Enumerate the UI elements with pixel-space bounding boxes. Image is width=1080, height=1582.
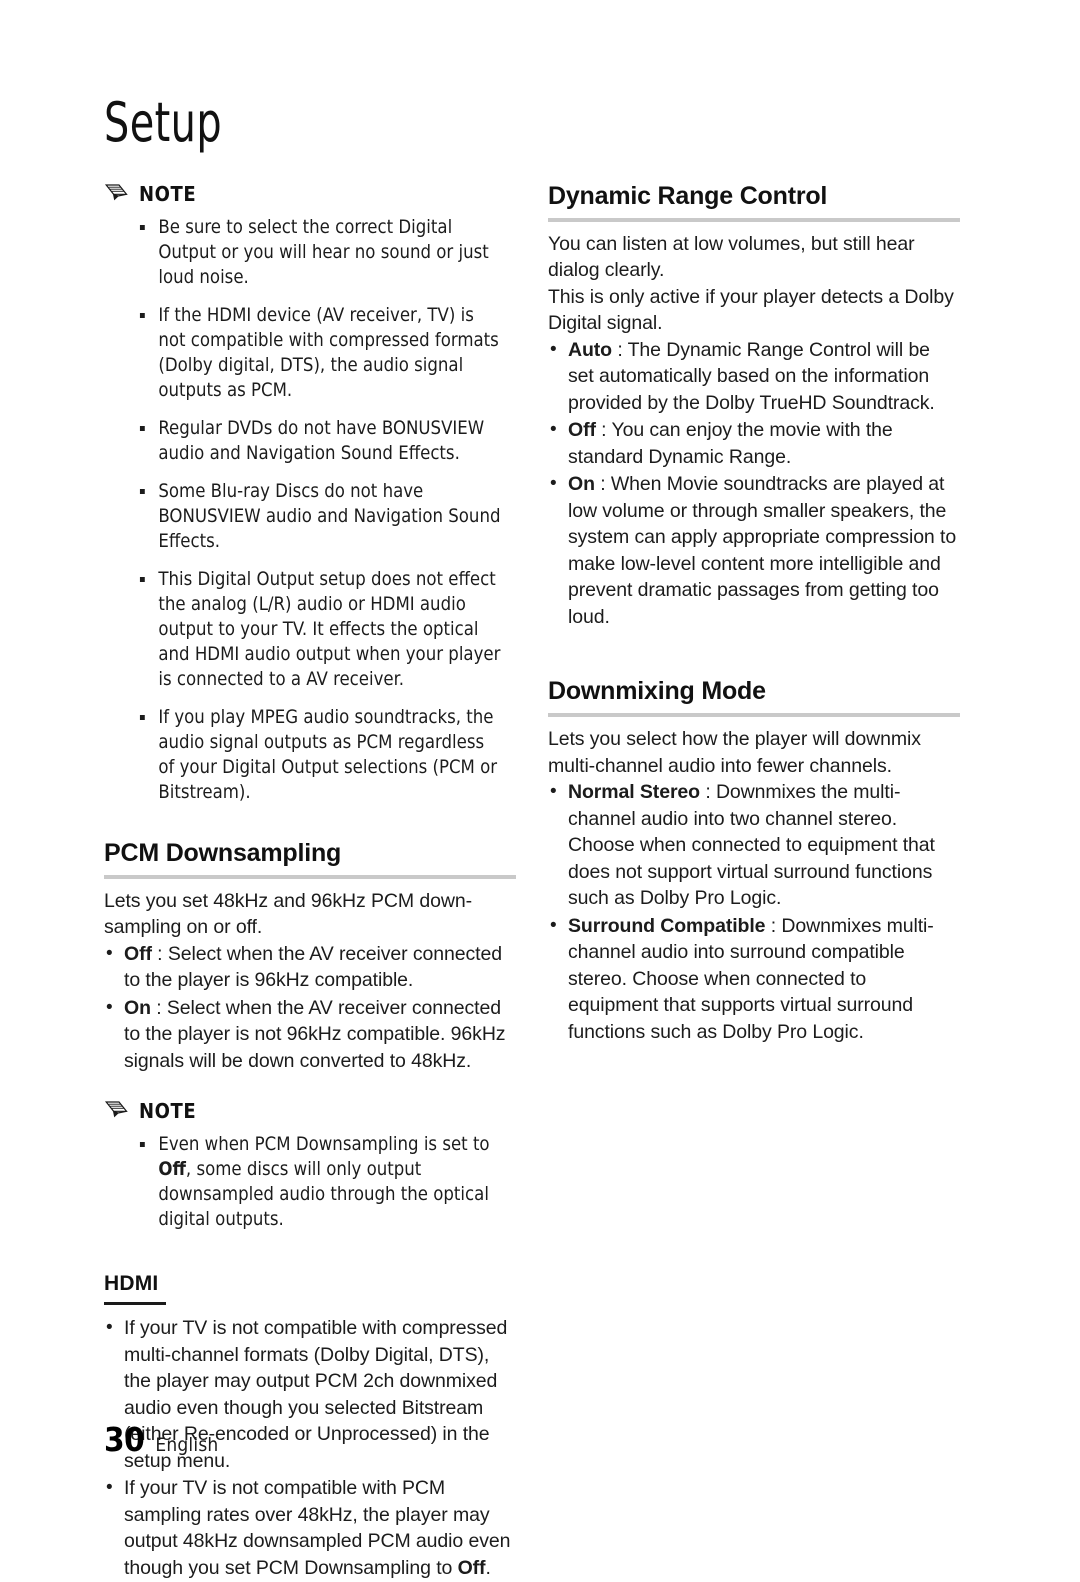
pencil-icon (104, 182, 130, 206)
note-header: NOTE (104, 182, 516, 206)
note-item: If the HDMI device (AV receiver, TV) is … (138, 303, 505, 403)
option-list: Off : Select when the AV receiver connec… (104, 941, 516, 1075)
option-term: On (568, 473, 595, 496)
hdmi-bullet: If your TV is not compatible with PCM sa… (104, 1475, 516, 1581)
page-title: Setup (104, 91, 223, 154)
option-item-auto: Auto : The Dynamic Range Control will be… (548, 337, 960, 417)
note-label: NOTE (139, 1099, 197, 1124)
option-text: : Select when the AV receiver connected … (124, 996, 506, 1072)
heading-rule (104, 874, 516, 879)
option-item-on: On : Select when the AV receiver connect… (104, 995, 516, 1075)
option-item-off: Off : You can enjoy the movie with the s… (548, 417, 960, 470)
option-list: Normal Stereo : Downmixes the multi-chan… (548, 779, 960, 1045)
section-heading: Downmixing Mode (548, 677, 766, 706)
note-block-digital-output: NOTE Be sure to select the correct Digit… (104, 182, 516, 805)
section-dynamic-range-control: Dynamic Range Control You can listen at … (548, 182, 960, 630)
note-label: NOTE (139, 182, 197, 206)
option-term: Off (124, 942, 152, 965)
option-item-normal-stereo: Normal Stereo : Downmixes the multi-chan… (548, 779, 960, 912)
section-intro: Lets you set 48kHz and 96kHz PCM down-sa… (104, 889, 472, 939)
note-item: If you play MPEG audio soundtracks, the … (138, 705, 505, 805)
note-item: This Digital Output setup does not effec… (138, 567, 505, 692)
option-term: Normal Stereo (568, 781, 700, 803)
manual-page: Setup NOTE Be sure to select the correct… (0, 0, 1080, 1579)
heading-rule (548, 713, 960, 717)
note-list: Even when PCM Downsampling is set to Off… (104, 1132, 516, 1232)
note-item-emphasis: Off (158, 1158, 186, 1181)
footer-language: English (155, 1434, 219, 1456)
hdmi-bullet-post: . (485, 1556, 491, 1579)
right-column: Dynamic Range Control You can listen at … (548, 182, 960, 1046)
section-paragraph: You can listen at low volumes, but still… (548, 232, 915, 282)
heading-rule (548, 217, 960, 222)
option-term: Surround Compatible (568, 914, 766, 937)
option-text: : The Dynamic Range Control will be set … (568, 338, 935, 414)
note-item-post: , some discs will only output downsample… (158, 1158, 489, 1231)
section-intro: Lets you select how the player will down… (548, 728, 921, 777)
left-column: NOTE Be sure to select the correct Digit… (104, 182, 516, 1582)
hdmi-bullet-emphasis: Off (457, 1556, 486, 1579)
section-heading: PCM Downsampling (104, 839, 342, 867)
option-list: Auto : The Dynamic Range Control will be… (548, 337, 960, 631)
note-item: Some Blu-ray Discs do not have BONUSVIEW… (138, 479, 505, 554)
note-item: Even when PCM Downsampling is set to Off… (138, 1132, 505, 1232)
option-term: Auto (568, 338, 612, 361)
option-text: : Select when the AV receiver connected … (124, 942, 502, 992)
option-term: On (124, 996, 151, 1019)
option-term: Off (568, 419, 596, 442)
section-pcm-downsampling: PCM Downsampling Lets you set 48kHz and … (104, 839, 516, 1074)
option-item-surround-compatible: Surround Compatible : Downmixes multi-ch… (548, 913, 960, 1046)
note-block-pcm-downsampling: NOTE Even when PCM Downsampling is set t… (104, 1099, 516, 1232)
subheading-rule (104, 1302, 166, 1306)
section-downmixing-mode: Downmixing Mode Lets you select how the … (548, 677, 960, 1045)
page-footer: 30 English (104, 1420, 218, 1459)
section-paragraph: This is only active if your player detec… (548, 285, 954, 335)
section-heading: Dynamic Range Control (548, 182, 828, 210)
pencil-icon (104, 1099, 130, 1123)
subsection-heading: HDMI (104, 1272, 159, 1296)
footer-page-number: 30 (104, 1420, 145, 1459)
option-text: : When Movie soundtracks are played at l… (568, 473, 957, 628)
option-item-on: On : When Movie soundtracks are played a… (548, 471, 960, 630)
note-header: NOTE (104, 1099, 516, 1123)
note-item: Be sure to select the correct Digital Ou… (138, 215, 505, 290)
note-list: Be sure to select the correct Digital Ou… (104, 215, 516, 805)
option-item-off: Off : Select when the AV receiver connec… (104, 941, 516, 994)
hdmi-bullet-pre: If your TV is not compatible with PCM sa… (124, 1477, 511, 1579)
option-text: : You can enjoy the movie with the stand… (568, 419, 893, 468)
note-item-pre: Even when PCM Downsampling is set to (158, 1133, 490, 1156)
note-item: Regular DVDs do not have BONUSVIEW audio… (138, 416, 505, 466)
